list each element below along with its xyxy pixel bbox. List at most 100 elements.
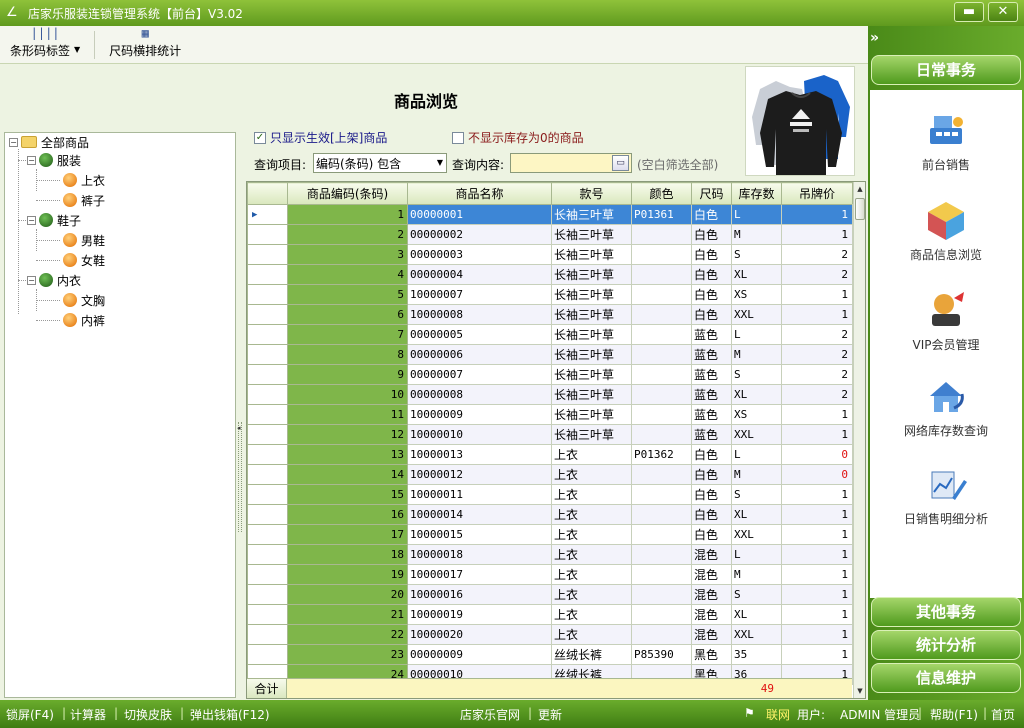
help-link[interactable]: 帮助(F1) [930,706,978,723]
column-header[interactable]: 颜色 [631,182,692,205]
daily-affairs-button[interactable]: 日常事务 [871,55,1021,85]
row-indicator[interactable] [247,584,288,605]
table-row[interactable]: 1210000010长袖三叶草蓝色XXL1¥520.0 [247,424,853,445]
column-header[interactable]: 款号 [551,182,632,205]
table-row[interactable]: 1710000015上衣白色XXL1¥468.0 [247,524,853,545]
scroll-down-icon[interactable]: ▼ [854,684,865,698]
hide-zero-checkbox[interactable]: 不显示库存为0的商品 [452,129,584,146]
table-row[interactable]: 510000007长袖三叶草白色XS1¥520.0 [247,284,853,305]
switch-skin-link[interactable]: 切换皮肤 [124,706,172,723]
table-row[interactable]: 300000003长袖三叶草白色S2¥520.0 [247,244,853,265]
row-indicator[interactable] [247,344,288,365]
table-row[interactable]: 610000008长袖三叶草白色XXL1¥520.0 [247,304,853,325]
website-link[interactable]: 店家乐官网 [460,706,520,723]
table-row[interactable]: 1810000018上衣混色L1¥468.0 [247,544,853,565]
row-indicator[interactable] [247,524,288,545]
collapse-icon[interactable]: − [27,275,36,285]
tree-node-leaf[interactable]: 文胸 [63,291,105,309]
table-row[interactable]: 400000004长袖三叶草白色XL2¥520.0 [247,264,853,285]
table-row[interactable]: 2010000016上衣混色S1¥468.0 [247,584,853,605]
row-indicator[interactable] [247,564,288,585]
column-header[interactable]: 商品名称 [407,182,552,205]
barcode-label-button[interactable]: |||| 条形码标签 ▼ [0,26,90,63]
row-indicator[interactable] [247,304,288,325]
row-indicator[interactable] [247,384,288,405]
table-row[interactable]: 1510000011上衣白色S1¥468.0 [247,484,853,505]
splitter-arrow-icon[interactable]: ◂ [237,424,241,432]
row-indicator[interactable] [247,484,288,505]
vertical-scrollbar[interactable]: ▲ ▼ [853,182,865,698]
current-row-arrow-icon[interactable]: ▶ [247,204,288,225]
row-indicator[interactable] [247,244,288,265]
statistics-button[interactable]: 统计分析 [871,630,1021,660]
tree-node-leaf[interactable]: 女鞋 [63,251,105,269]
column-header[interactable]: 库存数 [731,182,782,205]
row-indicator[interactable] [247,444,288,465]
only-active-checkbox[interactable]: ✓ 只显示生效[上架]商品 [254,129,387,146]
tree-node-leaf[interactable]: 上衣 [63,171,105,189]
scroll-up-icon[interactable]: ▲ [854,182,865,196]
panel-splitter[interactable]: ◂ [237,132,244,698]
vip-management-item[interactable]: VIP会员管理 [870,288,1022,353]
row-indicator[interactable] [247,324,288,345]
table-row[interactable]: 1610000014上衣白色XL1¥468.0 [247,504,853,525]
tree-node-leaf[interactable]: 裤子 [63,191,105,209]
close-button[interactable]: ✕ [988,2,1018,22]
table-row[interactable]: 900000007长袖三叶草蓝色S2¥520.0 [247,364,853,385]
column-header[interactable]: 吊牌价 [781,182,853,205]
row-indicator[interactable] [247,624,288,645]
query-item-select[interactable]: 编码(条码) 包含 ▼ [313,153,447,173]
lock-screen-link[interactable]: 锁屏(F4) [6,706,54,723]
checkbox-box[interactable]: ✓ [254,131,266,144]
row-indicator[interactable] [247,464,288,485]
row-indicator[interactable] [247,264,288,285]
table-row[interactable]: ▶100000001长袖三叶草P01361白色L1¥520.0 [247,204,853,225]
update-link[interactable]: 更新 [538,706,562,723]
tree-node-leaf[interactable]: 内裤 [63,311,105,329]
size-stats-button[interactable]: ▦ 尺码横排统计 [99,26,191,63]
maintenance-button[interactable]: 信息维护 [871,663,1021,693]
collapse-icon[interactable]: − [27,155,36,165]
collapse-icon[interactable]: − [27,215,36,225]
row-indicator[interactable] [247,364,288,385]
table-row[interactable]: 2110000019上衣混色XL1¥468.0 [247,604,853,625]
home-link[interactable]: 首页 [991,706,1015,723]
tree-node-leaf[interactable]: 男鞋 [63,231,105,249]
table-row[interactable]: 1910000017上衣混色M1¥468.0 [247,564,853,585]
collapse-icon[interactable]: − [9,137,18,147]
row-indicator[interactable] [247,284,288,305]
tree-node-group[interactable]: − 服装 [27,151,81,169]
column-header[interactable]: 尺码 [691,182,732,205]
open-cashbox-link[interactable]: 弹出钱箱(F12) [190,706,270,723]
table-row[interactable]: 700000005长袖三叶草蓝色L2¥520.0 [247,324,853,345]
table-row[interactable]: 2210000020上衣混色XXL1¥468.0 [247,624,853,645]
collapse-panel-icon[interactable]: » [870,30,879,46]
checkbox-box[interactable] [452,131,464,144]
network-stock-query-item[interactable]: 网络库存数查询 [870,374,1022,439]
minimize-button[interactable]: ▬ [954,2,984,22]
table-row[interactable]: 2300000009丝绒长裤P85390黑色351¥360.0 [247,644,853,665]
table-row[interactable]: 1410000012上衣白色M0¥468.0 [247,464,853,485]
column-header[interactable]: 商品编码(条码) [287,182,408,205]
chevron-down-icon[interactable]: ▼ [437,158,443,167]
table-row[interactable]: 1310000013上衣P01362白色L0¥468.0 [247,444,853,465]
table-row[interactable]: 1000000008长袖三叶草蓝色XL2¥520.0 [247,384,853,405]
dropdown-arrow-icon[interactable]: ▼ [74,45,80,54]
calculator-link[interactable]: 计算器 [70,706,106,723]
product-info-item[interactable]: 商品信息浏览 [870,198,1022,263]
tree-node-group[interactable]: − 内衣 [27,271,81,289]
tree-node-root[interactable]: − 全部商品 [9,133,89,151]
other-affairs-button[interactable]: 其他事务 [871,597,1021,627]
row-indicator[interactable] [247,644,288,665]
row-indicator[interactable] [247,604,288,625]
scroll-thumb[interactable] [855,198,865,220]
front-sales-item[interactable]: 前台销售 [870,108,1022,173]
row-indicator[interactable] [247,504,288,525]
browse-button[interactable]: ▭ [612,155,629,171]
tree-node-group[interactable]: − 鞋子 [27,211,81,229]
daily-sales-analysis-item[interactable]: 日销售明细分析 [870,462,1022,527]
table-row[interactable]: 1110000009长袖三叶草蓝色XS1¥520.0 [247,404,853,425]
row-indicator[interactable] [247,404,288,425]
table-row[interactable]: 800000006长袖三叶草蓝色M2¥520.0 [247,344,853,365]
row-indicator[interactable] [247,224,288,245]
